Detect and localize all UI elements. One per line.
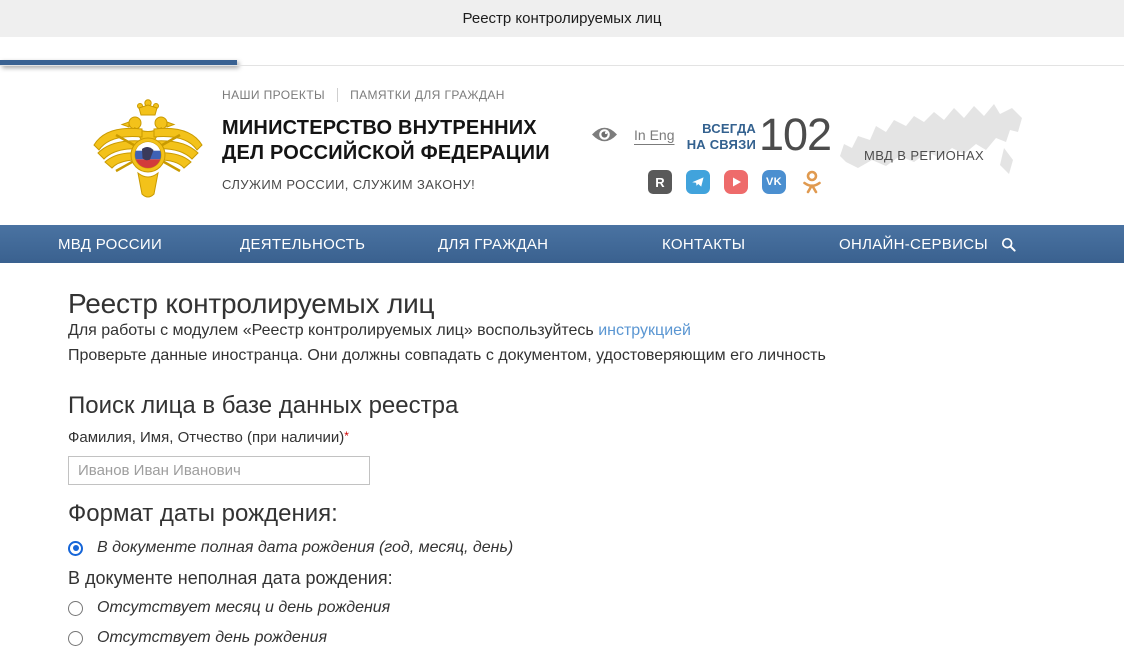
always-in-touch-line1: ВСЕГДА — [676, 121, 756, 137]
radio-icon-no-month-day — [68, 601, 83, 616]
intro-paragraph: Для работы с модулем «Реестр контролируе… — [68, 322, 691, 340]
nav-item-for-citizens[interactable]: ДЛЯ ГРАЖДАН — [438, 225, 548, 263]
link-our-projects[interactable]: НАШИ ПРОЕКТЫ — [222, 88, 325, 102]
radio-option-full-birth-date[interactable]: В документе полная дата рождения (год, м… — [68, 539, 513, 557]
search-icon — [1001, 237, 1016, 252]
rutube-glyph: R — [655, 175, 664, 190]
accessibility-version-button[interactable] — [591, 126, 618, 148]
link-citizen-memos[interactable]: ПАМЯТКИ ДЛЯ ГРАЖДАН — [350, 88, 505, 102]
mvd-regions-label[interactable]: МВД В РЕГИОНАХ — [864, 148, 984, 163]
telegram-plane-glyph — [691, 175, 705, 189]
youtube-play-glyph — [730, 176, 742, 188]
search-section-title: Поиск лица в базе данных реестра — [68, 392, 458, 420]
radio-icon-no-day — [68, 631, 83, 646]
page-title-bar: Реестр контролируемых лиц — [0, 0, 1124, 37]
main-navigation-bar: МВД РОССИИ ДЕЯТЕЛЬНОСТЬ ДЛЯ ГРАЖДАН КОНТ… — [0, 225, 1124, 263]
nav-search-button[interactable] — [1001, 225, 1016, 263]
eye-icon — [591, 126, 618, 143]
intro-text: Для работы с модулем «Реестр контролируе… — [68, 322, 598, 339]
top-links-separator — [337, 88, 338, 102]
youtube-icon[interactable] — [724, 170, 748, 194]
odnoklassniki-icon[interactable] — [800, 170, 824, 194]
vk-icon[interactable]: VK — [762, 170, 786, 194]
fio-field-label: Фамилия, Имя, Отчество (при наличии)* — [68, 429, 349, 446]
radio-label-full-birth-date: В документе полная дата рождения (год, м… — [97, 539, 513, 557]
radio-option-no-day[interactable]: Отсутствует день рождения — [68, 629, 327, 647]
nav-item-activity[interactable]: ДЕЯТЕЛЬНОСТЬ — [240, 225, 365, 263]
page-title: Реестр контролируемых лиц — [68, 288, 434, 320]
dob-format-title: Формат даты рождения: — [68, 500, 338, 528]
emergency-phone-102: 102 — [759, 109, 831, 161]
social-links-row: R VK — [648, 170, 824, 194]
radio-label-no-day: Отсутствует день рождения — [97, 629, 327, 647]
page-title-bar-text: Реестр контролируемых лиц — [463, 10, 662, 27]
ministry-slogan: СЛУЖИМ РОССИИ, СЛУЖИМ ЗАКОНУ! — [222, 177, 475, 192]
incomplete-date-group-label: В документе неполная дата рождения: — [68, 568, 393, 589]
rutube-icon[interactable]: R — [648, 170, 672, 194]
required-asterisk: * — [344, 429, 349, 443]
always-in-touch-line2: НА СВЯЗИ — [676, 137, 756, 153]
verify-note: Проверьте данные иностранца. Они должны … — [68, 347, 826, 365]
fio-label-text: Фамилия, Имя, Отчество (при наличии) — [68, 429, 344, 446]
radio-icon-full-birth-date — [68, 541, 83, 556]
nav-item-contacts[interactable]: КОНТАКТЫ — [662, 225, 745, 263]
vk-glyph: VK — [766, 176, 782, 188]
site-top-divider — [0, 65, 1124, 66]
fio-input[interactable] — [68, 456, 370, 485]
nav-item-mvd-russia[interactable]: МВД РОССИИ — [58, 225, 162, 263]
odnoklassniki-person-glyph — [801, 170, 823, 194]
radio-label-no-month-day: Отсутствует месяц и день рождения — [97, 599, 390, 617]
instruction-link[interactable]: инструкцией — [598, 322, 691, 339]
radio-option-no-month-day[interactable]: Отсутствует месяц и день рождения — [68, 599, 390, 617]
mvd-emblem-logo[interactable] — [90, 97, 206, 207]
telegram-icon[interactable] — [686, 170, 710, 194]
nav-item-online-services[interactable]: ОНЛАЙН-СЕРВИСЫ — [839, 225, 988, 263]
always-in-touch-label: ВСЕГДА НА СВЯЗИ — [676, 121, 756, 153]
language-switch-in-eng[interactable]: In Eng — [634, 127, 674, 143]
header-top-links: НАШИ ПРОЕКТЫ ПАМЯТКИ ДЛЯ ГРАЖДАН — [222, 88, 505, 102]
ministry-title[interactable]: МИНИСТЕРСТВО ВНУТРЕННИХ ДЕЛ РОССИЙСКОЙ Ф… — [222, 116, 567, 166]
mvd-eagle-icon — [90, 97, 206, 207]
